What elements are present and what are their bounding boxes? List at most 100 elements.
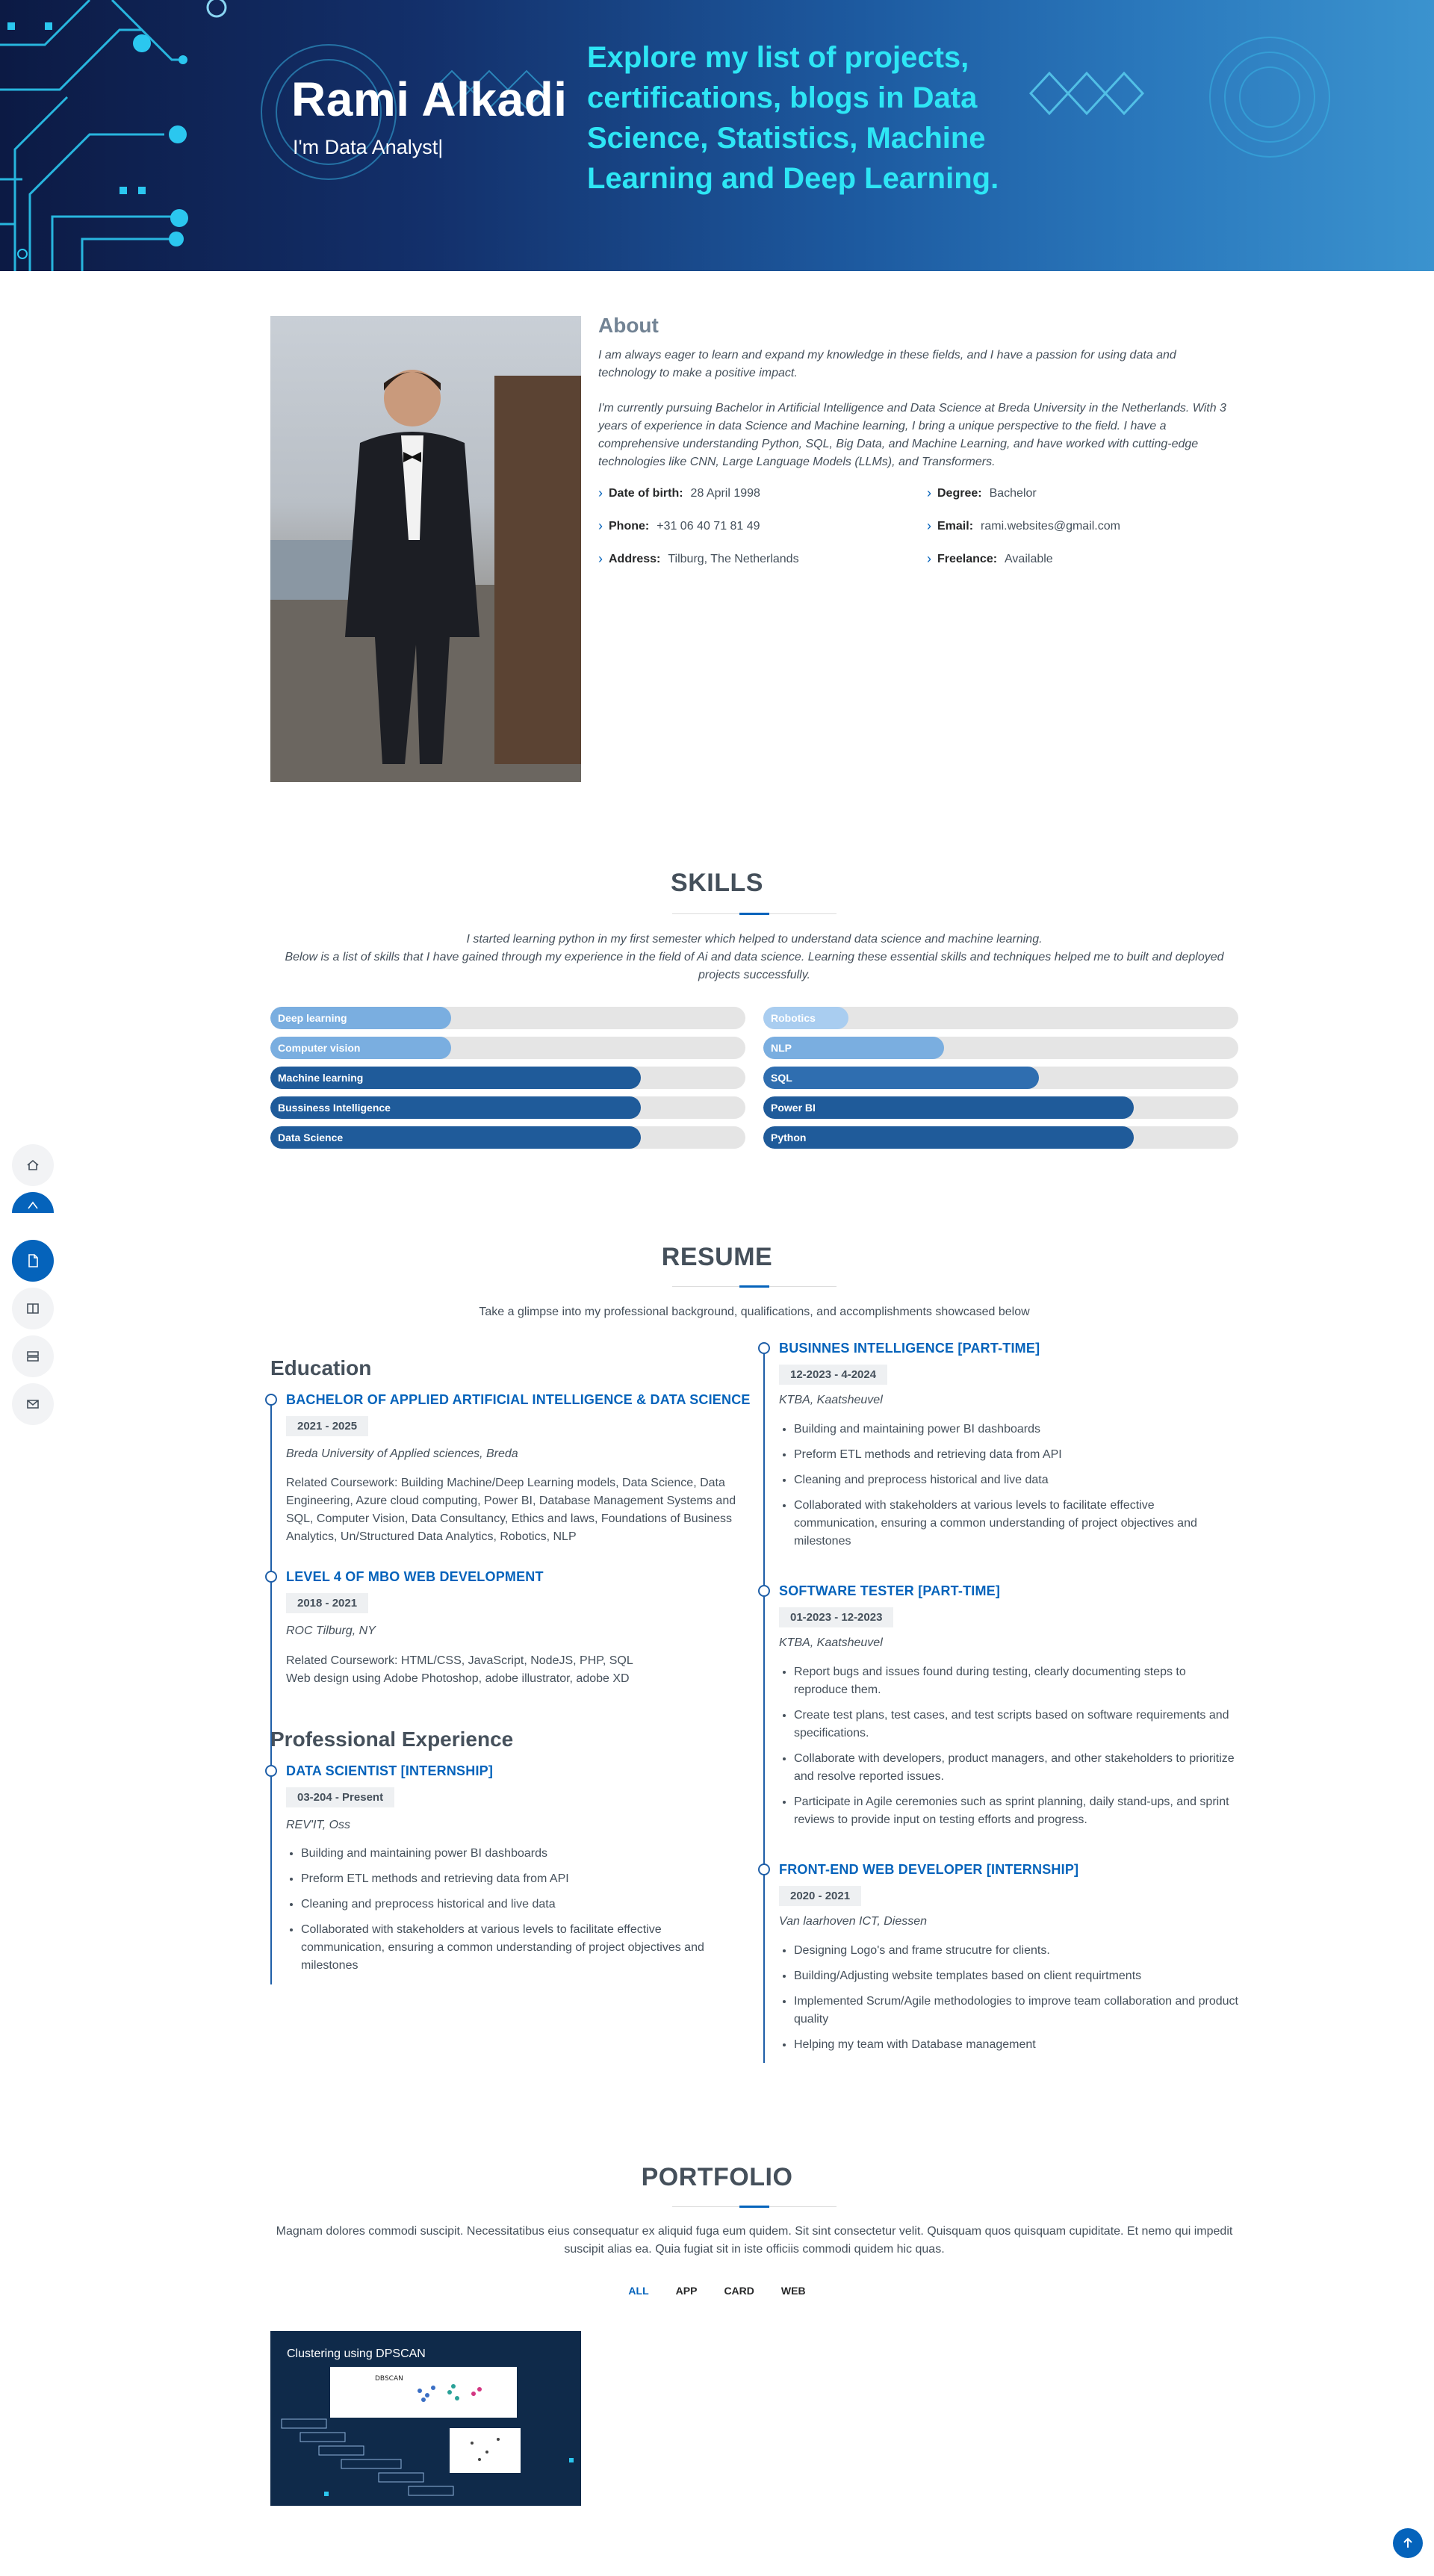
hero-role-typed: I'm Data Analyst| xyxy=(293,136,444,158)
skill-bar: Robotics xyxy=(763,1007,1238,1029)
portfolio-filters: ALL APP CARD WEB xyxy=(0,2285,1434,2297)
exp3-org: KTBA, Kaatsheuvel xyxy=(779,1636,883,1649)
exp3-list: Report bugs and issues found during test… xyxy=(779,1663,1238,1837)
section-accent-bar xyxy=(739,2206,769,2208)
experience-heading: Professional Experience xyxy=(270,1728,514,1751)
hero-name: Rami Alkadi xyxy=(291,72,568,126)
list-item: Create test plans, test cases, and test … xyxy=(794,1707,1238,1742)
timeline-dot xyxy=(265,1394,277,1406)
info-value: Available xyxy=(1005,552,1053,565)
edu2-web-design: Web design using Adobe Photoshop, adobe … xyxy=(286,1672,630,1685)
profile-photo xyxy=(270,316,581,782)
info-label: Degree: xyxy=(937,486,982,500)
timeline-dot xyxy=(265,1765,277,1777)
timeline-dot xyxy=(265,1571,277,1583)
list-item: Participate in Agile ceremonies such as … xyxy=(794,1793,1238,1829)
list-item: Designing Logo's and frame strucutre for… xyxy=(794,1942,1238,1960)
list-item: Building/Adjusting website templates bas… xyxy=(794,1967,1238,1985)
portfolio-description: Magnam dolores commodi suscipit. Necessi… xyxy=(276,2225,1233,2256)
skill-bar: Computer vision xyxy=(270,1037,745,1059)
info-value: 28 April 1998 xyxy=(690,486,760,500)
about-title: About xyxy=(598,314,659,337)
chevron-right-icon: › xyxy=(927,518,931,533)
filter-app[interactable]: APP xyxy=(676,2285,698,2297)
list-item: Collaborate with developers, product man… xyxy=(794,1750,1238,1786)
exp4-date: 2020 - 2021 xyxy=(779,1886,862,1906)
exp2-org: KTBA, Kaatsheuvel xyxy=(779,1394,883,1406)
list-item: Collaborated with stakeholders at variou… xyxy=(301,1921,745,1975)
filter-web[interactable]: WEB xyxy=(781,2285,806,2297)
skill-bar-fill: SQL xyxy=(763,1067,1039,1089)
filter-all[interactable]: ALL xyxy=(628,2285,648,2297)
exp2-date: 12-2023 - 4-2024 xyxy=(779,1365,888,1385)
about-paragraph-2: I'm currently pursuing Bachelor in Artif… xyxy=(598,402,1226,468)
chevron-right-icon: › xyxy=(598,551,603,566)
list-item: Building and maintaining power BI dashbo… xyxy=(301,1845,745,1863)
resume-title: RESUME xyxy=(661,1243,773,1271)
edu2-coursework: Related Coursework: HTML/CSS, JavaScript… xyxy=(286,1654,633,1667)
info-date-of-birth: › Date of birth: 28 April 1998 xyxy=(598,485,760,501)
exp2-list: Building and maintaining power BI dashbo… xyxy=(779,1421,1238,1558)
education-heading: Education xyxy=(270,1356,372,1379)
list-item: Collaborated with stakeholders at variou… xyxy=(794,1497,1238,1551)
edu1-date: 2021 - 2025 xyxy=(286,1416,369,1436)
skill-bar: Deep learning xyxy=(270,1007,745,1029)
resume-description: Take a glimpse into my professional back… xyxy=(479,1306,1030,1318)
info-value: rami.websites@gmail.com xyxy=(981,519,1120,533)
exp4-title: FRONT-END WEB DEVELOPER [INTERNSHIP] xyxy=(779,1862,1079,1877)
person-icon xyxy=(28,1201,38,1209)
exp2-title: BUSINNES INTELLIGENCE [PART-TIME] xyxy=(779,1341,1040,1356)
edu1-org: Breda University of Applied sciences, Br… xyxy=(286,1447,518,1460)
chevron-right-icon: › xyxy=(927,485,931,500)
nav-portfolio-button[interactable] xyxy=(12,1288,54,1329)
info-degree: › Degree: Bachelor xyxy=(927,485,1037,501)
info-label: Freelance: xyxy=(937,552,998,565)
edu1-title: BACHELOR OF APPLIED ARTIFICIAL INTELLIGE… xyxy=(286,1392,751,1407)
edu2-title: LEVEL 4 OF MBO WEB DEVELOPMENT xyxy=(286,1569,544,1584)
nav-services-button[interactable] xyxy=(12,1335,54,1377)
skills-title: SKILLS xyxy=(671,869,763,897)
section-accent-bar xyxy=(739,1285,769,1288)
hero-tagline: Explore my list of projects, certificati… xyxy=(587,41,999,195)
list-item: Building and maintaining power BI dashbo… xyxy=(794,1421,1238,1438)
side-navigation xyxy=(12,1144,54,1431)
info-email: › Email: rami.websites@gmail.com xyxy=(927,518,1120,534)
book-icon xyxy=(27,1303,39,1314)
skill-bar-fill: Data Science xyxy=(270,1126,642,1149)
portfolio-item-title: Clustering using DPSCAN xyxy=(287,2347,426,2360)
info-label: Date of birth: xyxy=(609,486,683,500)
chevron-right-icon: › xyxy=(927,551,931,566)
nav-home-button[interactable] xyxy=(12,1144,54,1186)
nav-about-button[interactable] xyxy=(12,1192,54,1213)
skill-bar: SQL xyxy=(763,1067,1238,1089)
skill-bar: Power BI xyxy=(763,1096,1238,1119)
hero-banner: Rami Alkadi I'm Data Analyst| Explore my… xyxy=(0,0,1434,271)
skill-bar-fill: NLP xyxy=(763,1037,944,1059)
info-freelance: › Freelance: Available xyxy=(927,551,1053,567)
list-item: Report bugs and issues found during test… xyxy=(794,1663,1238,1699)
info-label: Address: xyxy=(609,552,661,565)
portfolio-title: PORTFOLIO xyxy=(641,2163,793,2191)
filter-card[interactable]: CARD xyxy=(724,2285,754,2297)
arrow-up-icon xyxy=(1403,2537,1412,2548)
skill-bar-fill: Robotics xyxy=(763,1007,849,1029)
skill-bar: Data Science xyxy=(270,1126,745,1149)
exp4-list: Designing Logo's and frame strucutre for… xyxy=(779,1942,1238,2061)
exp1-list: Building and maintaining power BI dashbo… xyxy=(286,1845,745,1982)
info-address: › Address: Tilburg, The Netherlands xyxy=(598,551,799,567)
nav-contact-button[interactable] xyxy=(12,1383,54,1425)
server-icon xyxy=(27,1351,39,1362)
list-item: Preform ETL methods and retrieving data … xyxy=(301,1870,745,1888)
info-value: Bachelor xyxy=(989,486,1037,500)
timeline-dot xyxy=(758,1342,770,1354)
info-label: Email: xyxy=(937,519,974,533)
info-label: Phone: xyxy=(609,519,650,533)
skills-intro: I started learning python in my first se… xyxy=(466,933,1043,946)
exp3-title: SOFTWARE TESTER [PART-TIME] xyxy=(779,1583,1001,1598)
timeline-line-right xyxy=(763,1347,765,2063)
back-to-top-button[interactable] xyxy=(1393,2528,1423,2558)
portfolio-item-clustering[interactable]: Clustering using DPSCAN DBSCAN xyxy=(270,2331,581,2506)
home-icon xyxy=(27,1159,39,1170)
section-accent-bar xyxy=(739,913,769,915)
skill-bar-fill: Deep learning xyxy=(270,1007,451,1029)
